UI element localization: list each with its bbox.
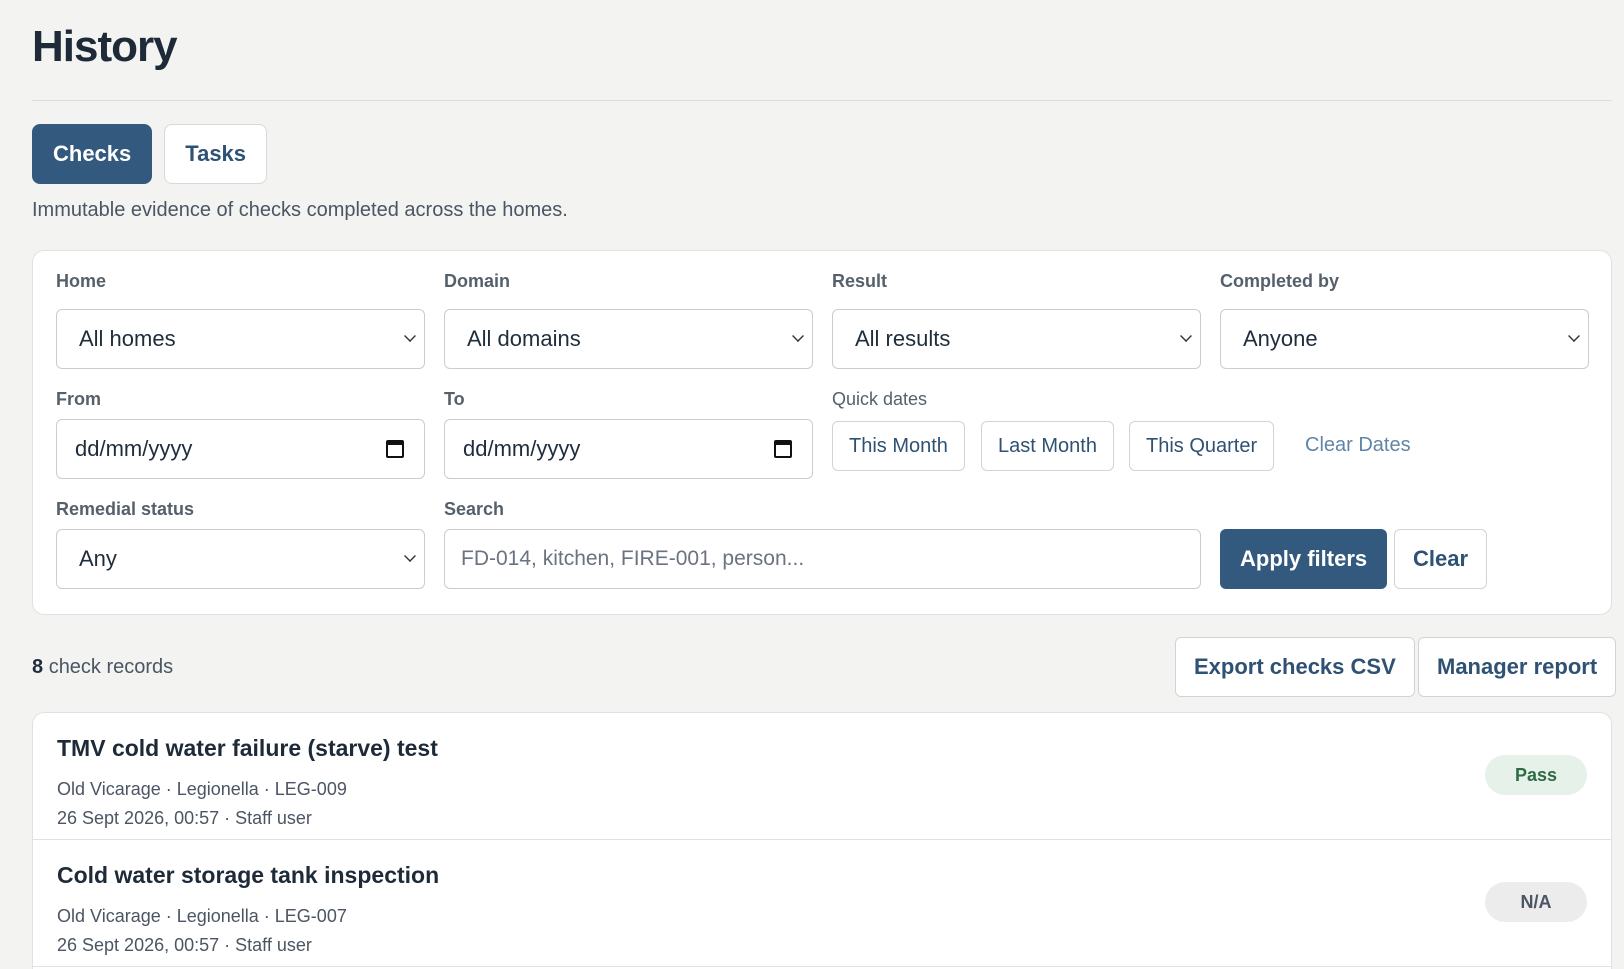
clear-dates-link[interactable]: Clear Dates <box>1305 434 1411 457</box>
list-item[interactable]: TMV cold water failure (starve) test Old… <box>33 713 1611 840</box>
search-field[interactable] <box>444 529 1201 589</box>
remedial-status-value: Any <box>79 546 117 571</box>
record-title: Cold water storage tank inspection <box>57 862 440 888</box>
tab-bar: Checks Tasks <box>32 124 268 184</box>
domain-label: Domain <box>444 271 511 291</box>
manager-report-button[interactable]: Manager report <box>1418 637 1617 697</box>
this-quarter-button[interactable]: This Quarter <box>1129 421 1275 471</box>
record-title: TMV cold water failure (starve) test <box>57 735 438 761</box>
remedial-status-label: Remedial status <box>56 499 195 519</box>
result-label: Result <box>832 271 888 291</box>
record-meta-location: Old Vicarage · Legionella · LEG-009 <box>57 779 347 799</box>
list-item[interactable]: Cold water storage tank inspection Old V… <box>33 840 1611 967</box>
records-list: TMV cold water failure (starve) test Old… <box>32 712 1612 969</box>
quick-dates-label: Quick dates <box>832 389 928 409</box>
calendar-icon[interactable] <box>386 440 404 458</box>
chevron-down-icon <box>792 330 804 342</box>
search-label: Search <box>444 499 505 519</box>
chevron-down-icon <box>404 550 416 562</box>
status-badge: N/A <box>1485 882 1587 922</box>
result-select-value: All results <box>855 326 951 351</box>
to-label: To <box>444 389 465 409</box>
home-label: Home <box>56 271 107 291</box>
completed-by-label: Completed by <box>1220 271 1340 291</box>
this-month-button[interactable]: This Month <box>832 421 965 471</box>
page-subtitle: Immutable evidence of checks completed a… <box>32 199 568 221</box>
record-count-number: 8 <box>32 656 44 678</box>
from-label: From <box>56 389 101 409</box>
from-date-value: dd/mm/yyyy <box>75 436 193 461</box>
record-meta-time: 26 Sept 2026, 00:57 · Staff user <box>57 935 312 955</box>
to-date-input[interactable]: dd/mm/yyyy <box>444 419 813 479</box>
export-checks-csv-button[interactable]: Export checks CSV <box>1175 637 1415 697</box>
to-date-value: dd/mm/yyyy <box>463 436 581 461</box>
record-count-suffix: check records <box>48 656 174 678</box>
search-input[interactable] <box>461 547 1200 571</box>
domain-select-value: All domains <box>467 326 581 351</box>
status-badge: Pass <box>1485 755 1587 795</box>
tab-tasks[interactable]: Tasks <box>164 124 268 184</box>
apply-filters-button[interactable]: Apply filters <box>1220 529 1388 589</box>
record-count: 8 check records <box>32 656 173 679</box>
chevron-down-icon <box>404 330 416 342</box>
page-title: History <box>32 22 178 71</box>
history-page: History Checks Tasks Immutable evidence … <box>0 0 1624 969</box>
domain-select[interactable]: All domains <box>444 309 813 369</box>
filters-panel: Home All homes Domain All domains Result… <box>32 250 1612 615</box>
chevron-down-icon <box>1180 330 1192 342</box>
home-select-value: All homes <box>79 326 176 351</box>
chevron-down-icon <box>1568 330 1580 342</box>
completed-by-select[interactable]: Anyone <box>1220 309 1589 369</box>
title-divider <box>32 100 1612 101</box>
calendar-icon[interactable] <box>774 440 792 458</box>
record-meta-time: 26 Sept 2026, 00:57 · Staff user <box>57 808 312 828</box>
tab-checks[interactable]: Checks <box>32 124 153 184</box>
from-date-input[interactable]: dd/mm/yyyy <box>56 419 425 479</box>
result-select[interactable]: All results <box>832 309 1201 369</box>
clear-filters-button[interactable]: Clear <box>1394 529 1488 589</box>
completed-by-select-value: Anyone <box>1243 326 1318 351</box>
record-meta-location: Old Vicarage · Legionella · LEG-007 <box>57 906 347 926</box>
remedial-status-select[interactable]: Any <box>56 529 425 589</box>
home-select[interactable]: All homes <box>56 309 425 369</box>
last-month-button[interactable]: Last Month <box>981 421 1114 471</box>
